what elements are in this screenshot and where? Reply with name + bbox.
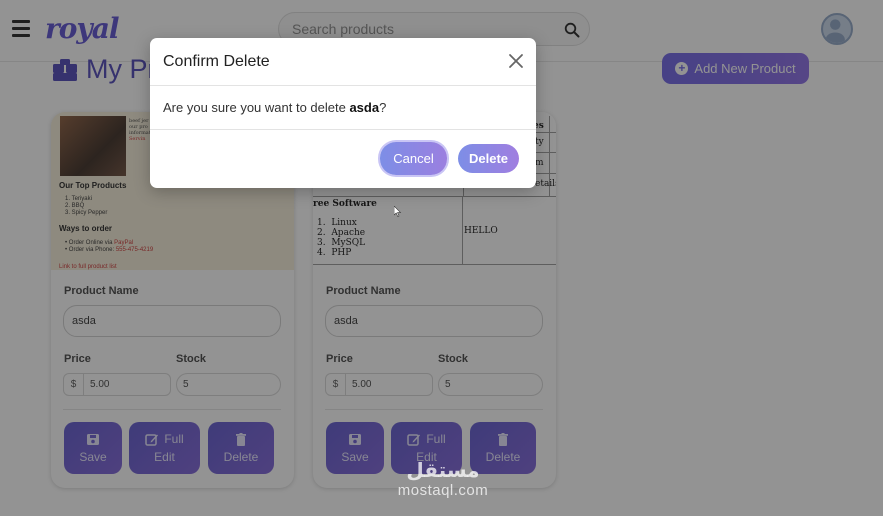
- confirm-delete-dialog: Confirm Delete Are you sure you want to …: [150, 38, 536, 188]
- dialog-title: Confirm Delete: [163, 53, 270, 70]
- cancel-button[interactable]: Cancel: [380, 142, 447, 175]
- divider: [150, 129, 536, 130]
- confirm-delete-button[interactable]: Delete: [458, 144, 519, 173]
- divider: [150, 85, 536, 86]
- close-icon[interactable]: [508, 53, 524, 69]
- watermark-latin: mostaql.com: [397, 482, 489, 499]
- watermark: مستقل mostaql.com: [388, 458, 498, 499]
- item-name: asda: [349, 100, 380, 115]
- dialog-message: Are you sure you want to delete asda?: [163, 100, 387, 115]
- mouse-cursor-icon: [394, 206, 402, 217]
- watermark-arabic: مستقل: [406, 458, 480, 482]
